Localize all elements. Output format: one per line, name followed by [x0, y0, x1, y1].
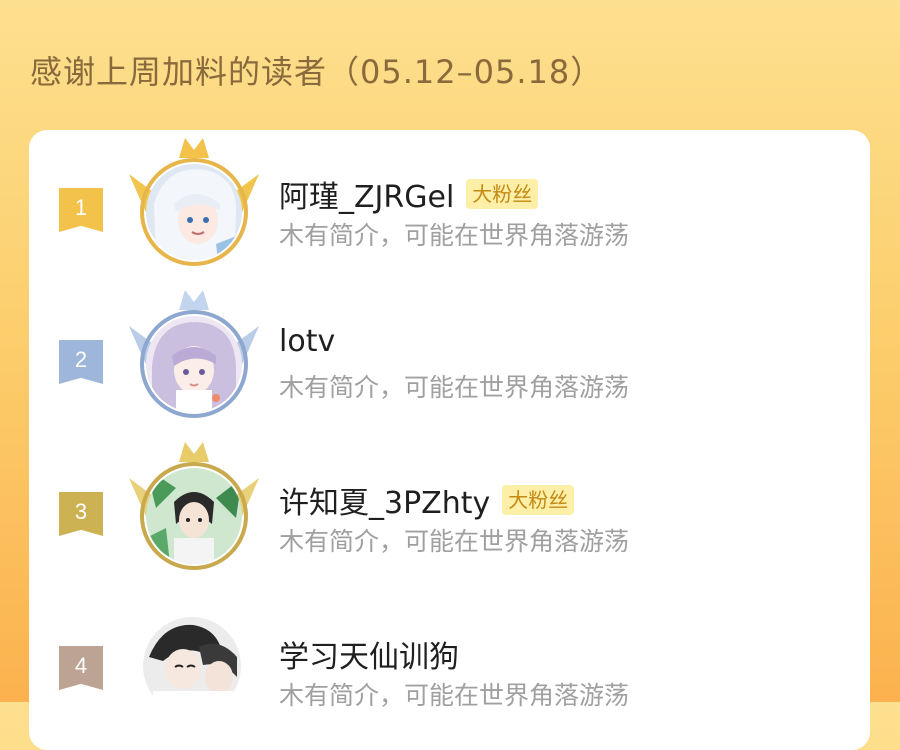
anime-dark-hair-leaves-avatar-icon — [146, 468, 242, 564]
reader-row-2[interactable]: 2 lotv 木有简介，可能在世界角落游荡 — [29, 282, 870, 432]
reader-list-card: 1 阿瑾_ZJRGel 大粉丝 木有简介，可能在世界角落游荡 2 lotv 木有… — [29, 130, 870, 750]
avatar-wrap-3[interactable] — [119, 436, 269, 586]
reader-row-1[interactable]: 1 阿瑾_ZJRGel 大粉丝 木有简介，可能在世界角落游荡 — [29, 130, 870, 280]
reader-row-3[interactable]: 3 许知夏_3PZhty 大粉丝 木有简介，可能在世界角落游荡 — [29, 436, 870, 586]
reader-row-4[interactable]: 4 学习天仙训狗 木有简介，可能在世界角落游荡 — [29, 590, 870, 740]
rank-badge-3: 3 — [59, 492, 103, 536]
reader-bio-2: 木有简介，可能在世界角落游荡 — [279, 373, 630, 402]
page-title: 感谢上周加料的读者（05.12–05.18） — [30, 53, 604, 91]
rank-badge-2: 2 — [59, 340, 103, 384]
reader-bio-1: 木有简介，可能在世界角落游荡 — [279, 221, 630, 250]
reader-bio-4: 木有简介，可能在世界角落游荡 — [279, 681, 630, 710]
big-fan-badge-1: 大粉丝 — [466, 179, 539, 209]
anime-white-hair-avatar-icon — [146, 164, 242, 260]
reader-name-4[interactable]: 学习天仙训狗 — [279, 632, 459, 676]
reader-name-3[interactable]: 许知夏_3PZhty — [279, 478, 490, 522]
big-fan-badge-3: 大粉丝 — [502, 485, 575, 515]
avatar-wrap-2[interactable] — [119, 284, 269, 434]
avatar-wrap-4[interactable] — [119, 585, 269, 735]
avatar-wrap-1[interactable] — [119, 132, 269, 282]
anime-two-boys-avatar-icon — [143, 617, 241, 715]
reader-name-1[interactable]: 阿瑾_ZJRGel — [279, 172, 454, 216]
rank-badge-4: 4 — [59, 646, 103, 690]
reader-name-2[interactable]: lotv — [279, 324, 335, 359]
rank-badge-1: 1 — [59, 188, 103, 232]
anime-lilac-hair-avatar-icon — [146, 316, 242, 412]
reader-bio-3: 木有简介，可能在世界角落游荡 — [279, 527, 630, 556]
